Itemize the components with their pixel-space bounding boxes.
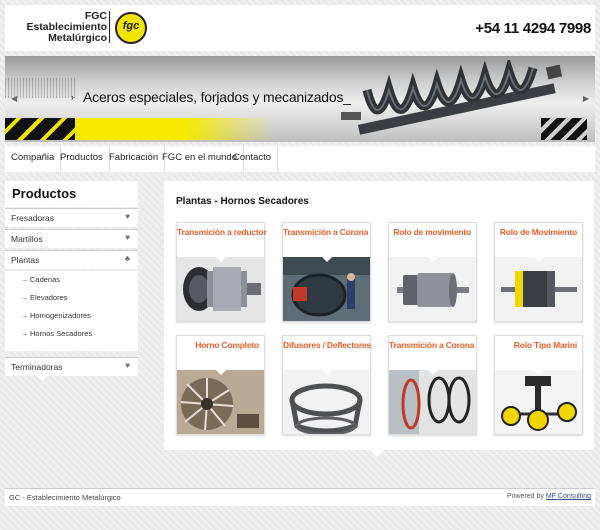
- banner-arrow-icon: ›: [71, 92, 74, 102]
- hazard-stripe-left: [5, 118, 75, 140]
- content-pointer: [370, 450, 384, 457]
- heart-chevron-icon: ♥: [125, 361, 130, 370]
- arrow-right-icon: →: [21, 277, 28, 284]
- card-title: Rolo Tipo Marini: [513, 340, 577, 350]
- yellow-band: [75, 118, 275, 140]
- sidebar-subitem-elevadores[interactable]: → Elevadores: [5, 289, 138, 307]
- logo-line-3: Metalúrgico: [48, 32, 107, 44]
- logo-icon[interactable]: fgc: [115, 12, 147, 44]
- club-chevron-icon: ♣: [124, 254, 130, 263]
- main-nav: Compañia Productos Fabricación FGC en el…: [5, 146, 595, 172]
- product-card[interactable]: Rolo de Movimiento: [494, 222, 583, 322]
- card-title: Transmición a Corona: [389, 340, 475, 350]
- sidebar-item-terminadoras[interactable]: Terminadoras ♥: [5, 357, 138, 376]
- section-title: Plantas - Hornos Secadores: [176, 196, 309, 207]
- sidebar-item-label: Martillos: [11, 234, 43, 244]
- screw-conveyor-image: [341, 60, 563, 135]
- sidebar-subitem-label: Hornos Secadores: [30, 329, 93, 338]
- nav-item-contacto[interactable]: Contacto: [227, 146, 279, 172]
- card-pointer: [216, 370, 226, 375]
- product-card[interactable]: Rolo Tipo Marini: [494, 335, 583, 435]
- sidebar-item-label: Plantas: [11, 255, 40, 265]
- card-title: Difusores / Deflectores: [283, 340, 371, 350]
- phone-number: +54 11 4294 7998: [475, 20, 591, 37]
- product-card[interactable]: Rolo de movimiento: [388, 222, 477, 322]
- card-title: Transmición a reductor: [177, 227, 267, 237]
- sidebar-item-plantas[interactable]: Plantas ♣: [5, 250, 138, 269]
- sidebar-title: Productos: [5, 181, 138, 207]
- product-card[interactable]: Transmición a reductor: [176, 222, 267, 322]
- banner-next-icon[interactable]: ▶: [583, 94, 589, 103]
- sidebar-pointer: [36, 375, 48, 381]
- logo-text[interactable]: FGC Establecimiento Metalúrgico: [15, 11, 107, 44]
- footer-powered-by: Powered by MF Consulting: [507, 493, 591, 500]
- banner-slogan: Aceros especiales, forjados y mecanizado…: [83, 89, 351, 105]
- sidebar-item-label: Terminadoras: [11, 362, 63, 372]
- sidebar-item-fresadoras[interactable]: Fresadoras ♥: [5, 208, 138, 227]
- card-pointer: [216, 257, 226, 262]
- logo-divider: [109, 11, 110, 43]
- site-header: FGC Establecimiento Metalúrgico fgc +54 …: [5, 5, 595, 51]
- card-title: Rolo de movimiento: [393, 227, 471, 237]
- card-title: Transmición a Corona: [283, 227, 369, 237]
- card-image-rolo-movimiento-2: [495, 257, 582, 321]
- site-footer: GC - Establecimiento Metalúrgico Powered…: [5, 488, 595, 506]
- sidebar-subitem-label: Cadenas: [30, 275, 61, 284]
- arrow-right-icon: →: [21, 295, 28, 302]
- card-pointer: [428, 370, 438, 375]
- card-image-horno-completo: [177, 370, 264, 434]
- nav-item-productos[interactable]: Productos: [54, 146, 110, 172]
- sidebar-subitem-hornos-secadores[interactable]: → Hornos Secadores: [5, 325, 138, 351]
- nav-item-compania[interactable]: Compañia: [5, 146, 62, 172]
- sidebar-subitem-homogenizadores[interactable]: → Homogenizadores: [5, 307, 138, 325]
- card-image-rolo-movimiento: [389, 257, 476, 321]
- card-image-difusores-deflectores: [283, 370, 370, 434]
- card-title: Rolo de Movimiento: [499, 227, 577, 237]
- card-image-transmision-reductor: [177, 257, 264, 321]
- sidebar-subitem-label: Elevadores: [30, 293, 68, 302]
- product-card[interactable]: Difusores / Deflectores: [282, 335, 371, 435]
- card-image-rolo-tipo-marini: [495, 370, 582, 434]
- arrow-right-icon: →: [21, 313, 28, 320]
- product-card[interactable]: Transmición a Corona: [282, 222, 371, 322]
- product-card[interactable]: Transmición a Corona: [388, 335, 477, 435]
- card-pointer: [322, 370, 332, 375]
- arrow-right-icon: →: [21, 331, 28, 338]
- card-image-transmision-corona-2: [389, 370, 476, 434]
- sidebar-item-label: Fresadoras: [11, 213, 54, 223]
- card-image-transmision-corona: [283, 257, 370, 321]
- hero-banner: › Aceros especiales, forjados y mecaniza…: [5, 56, 595, 142]
- card-pointer: [534, 257, 544, 262]
- heart-chevron-icon: ♥: [125, 212, 130, 221]
- card-pointer: [534, 370, 544, 375]
- card-pointer: [322, 257, 332, 262]
- footer-copyright: GC - Establecimiento Metalúrgico: [9, 493, 121, 502]
- sidebar-subitem-label: Homogenizadores: [30, 311, 91, 320]
- heart-chevron-icon: ♥: [125, 233, 130, 242]
- card-title: Horno Completo: [195, 340, 259, 350]
- logo-mark-text: fgc: [122, 20, 140, 32]
- product-card[interactable]: Horno Completo: [176, 335, 265, 435]
- banner-prev-icon[interactable]: ◀: [11, 94, 17, 103]
- card-pointer: [428, 257, 438, 262]
- sidebar-subitem-cadenas[interactable]: → Cadenas: [5, 271, 138, 289]
- footer-powered-prefix: Powered by: [506, 493, 544, 500]
- footer-powered-link[interactable]: MF Consulting: [546, 493, 591, 500]
- sidebar-item-martillos[interactable]: Martillos ♥: [5, 229, 138, 248]
